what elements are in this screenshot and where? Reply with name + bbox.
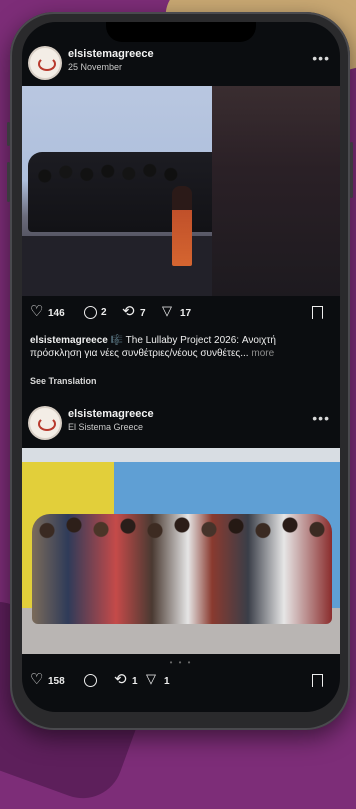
heart-icon [30, 302, 44, 320]
like-count: 146 [48, 307, 65, 319]
post-image-group[interactable] [22, 448, 340, 654]
share-button[interactable]: 1 [146, 671, 170, 688]
comment-icon [84, 306, 97, 319]
share-count: 1 [164, 675, 170, 687]
bookmark-button[interactable] [312, 306, 324, 320]
post-header: elsistemagreece El Sistema Greece ••• [22, 400, 340, 448]
post-date: 25 November [68, 62, 123, 72]
phone-screen: elsistemagreece 25 November ••• 146 2 7 … [22, 22, 340, 712]
post-actions: 146 2 7 17 [22, 302, 340, 328]
bookmark-icon [312, 306, 324, 320]
avatar[interactable] [30, 408, 60, 438]
comment-count: 2 [101, 307, 107, 318]
choir-group [28, 152, 238, 232]
carousel-dots: • • • [169, 658, 193, 667]
comment-button[interactable] [84, 674, 101, 687]
repost-count: 1 [132, 675, 138, 687]
notch [106, 22, 256, 42]
post-actions: 158 1 1 [22, 670, 340, 696]
orchestra-section [212, 86, 340, 296]
repost-icon [122, 302, 136, 320]
share-button[interactable]: 17 [162, 303, 192, 320]
repost-icon [114, 670, 128, 688]
bookmark-button[interactable] [312, 674, 324, 688]
share-icon [146, 671, 160, 688]
volume-button [7, 162, 10, 202]
repost-button[interactable]: 7 [122, 302, 146, 320]
more-horizontal-icon[interactable]: ••• [312, 50, 330, 66]
soloist [172, 186, 192, 266]
post-subtitle: El Sistema Greece [68, 422, 144, 432]
see-translation-link[interactable]: See Translation [30, 376, 97, 386]
share-count: 17 [180, 307, 192, 319]
comment-icon [84, 674, 97, 687]
repost-button[interactable]: 1 [114, 670, 138, 688]
repost-count: 7 [140, 307, 146, 319]
bookmark-icon [312, 674, 324, 688]
post-image-concert[interactable] [22, 86, 340, 296]
post-caption: elsistemagreece 🎼 The Lullaby Project 20… [30, 334, 330, 360]
volume-button [7, 122, 10, 146]
share-icon [162, 303, 176, 320]
like-count: 158 [48, 675, 65, 687]
post-header: elsistemagreece 25 November ••• [22, 40, 340, 88]
username[interactable]: elsistemagreece [68, 48, 154, 60]
caption-more-link[interactable]: more [251, 348, 274, 359]
comment-button[interactable]: 2 [84, 306, 107, 319]
heart-icon [30, 670, 44, 688]
caption-username[interactable]: elsistemagreece [30, 335, 108, 346]
musicians-group [32, 514, 332, 624]
avatar[interactable] [30, 48, 60, 78]
like-button[interactable]: 158 [30, 670, 65, 688]
more-horizontal-icon[interactable]: ••• [312, 410, 330, 426]
power-button [350, 142, 353, 198]
username[interactable]: elsistemagreece [68, 408, 154, 420]
like-button[interactable]: 146 [30, 302, 65, 320]
